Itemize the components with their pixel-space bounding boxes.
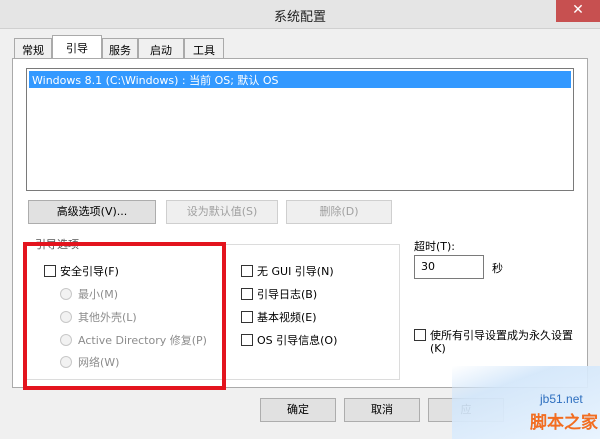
make-permanent-label: 使所有引导设置成为永久设置 [430,329,573,342]
boot-options-group-label: 引导选项 [32,236,82,252]
checkbox-box[interactable] [44,265,56,277]
watermark-name: 脚本之家 [530,413,598,433]
title-bar: 系统配置 ✕ [0,0,600,29]
advanced-options-button[interactable]: 高级选项(V)... [28,200,156,224]
cancel-button[interactable]: 取消 [344,398,420,422]
boot-log-checkbox[interactable]: 引导日志(B) [241,286,317,302]
radio-button[interactable] [60,288,72,300]
tab-tools[interactable]: 工具 [184,38,224,58]
os-boot-info-label: OS 引导信息(O) [257,334,338,347]
ad-repair-radio[interactable]: Active Directory 修复(P) [60,332,207,348]
minimal-radio[interactable]: 最小(M) [60,286,118,302]
checkbox-box[interactable] [241,334,253,346]
close-button[interactable]: ✕ [556,0,600,22]
boot-entry-row[interactable]: Windows 8.1 (C:\Windows) : 当前 OS; 默认 OS [29,71,571,88]
minimal-label: 最小(M) [78,288,119,301]
os-boot-info-checkbox[interactable]: OS 引导信息(O) [241,332,337,348]
tab-services[interactable]: 服务 [102,38,138,58]
timeout-input[interactable]: 30 [414,255,484,279]
radio-button[interactable] [60,311,72,323]
timeout-label: 超时(T): [414,240,456,253]
checkbox-box[interactable] [241,311,253,323]
alternate-shell-radio[interactable]: 其他外壳(L) [60,309,137,325]
tab-startup[interactable]: 启动 [138,38,184,58]
boot-entry-list[interactable]: Windows 8.1 (C:\Windows) : 当前 OS; 默认 OS [26,68,574,191]
no-gui-boot-label: 无 GUI 引导(N) [257,265,334,278]
alternate-shell-label: 其他外壳(L) [78,311,137,324]
radio-button[interactable] [60,334,72,346]
window-title: 系统配置 [273,10,326,25]
checkbox-box[interactable] [241,288,253,300]
delete-button[interactable]: 删除(D) [286,200,392,224]
tab-general[interactable]: 常规 [14,38,52,58]
safe-boot-label: 安全引导(F) [60,265,119,278]
safe-boot-checkbox[interactable]: 安全引导(F) [44,263,119,279]
network-label: 网络(W) [78,356,120,369]
network-radio[interactable]: 网络(W) [60,354,119,370]
make-permanent-label-shortcut: (K) [430,342,446,355]
set-default-button[interactable]: 设为默认值(S) [166,200,278,224]
checkbox-box[interactable] [414,329,426,341]
no-gui-boot-checkbox[interactable]: 无 GUI 引导(N) [241,263,334,279]
checkbox-box[interactable] [241,265,253,277]
timeout-unit: 秒 [492,262,503,275]
base-video-checkbox[interactable]: 基本视频(E) [241,309,317,325]
ok-button[interactable]: 确定 [260,398,336,422]
make-permanent-checkbox[interactable]: 使所有引导设置成为永久设置 [414,327,573,343]
base-video-label: 基本视频(E) [257,311,317,324]
ad-repair-label: Active Directory 修复(P) [78,334,207,347]
radio-button[interactable] [60,356,72,368]
tab-boot[interactable]: 引导 [52,35,102,59]
boot-log-label: 引导日志(B) [257,288,318,301]
close-icon: ✕ [572,2,584,18]
